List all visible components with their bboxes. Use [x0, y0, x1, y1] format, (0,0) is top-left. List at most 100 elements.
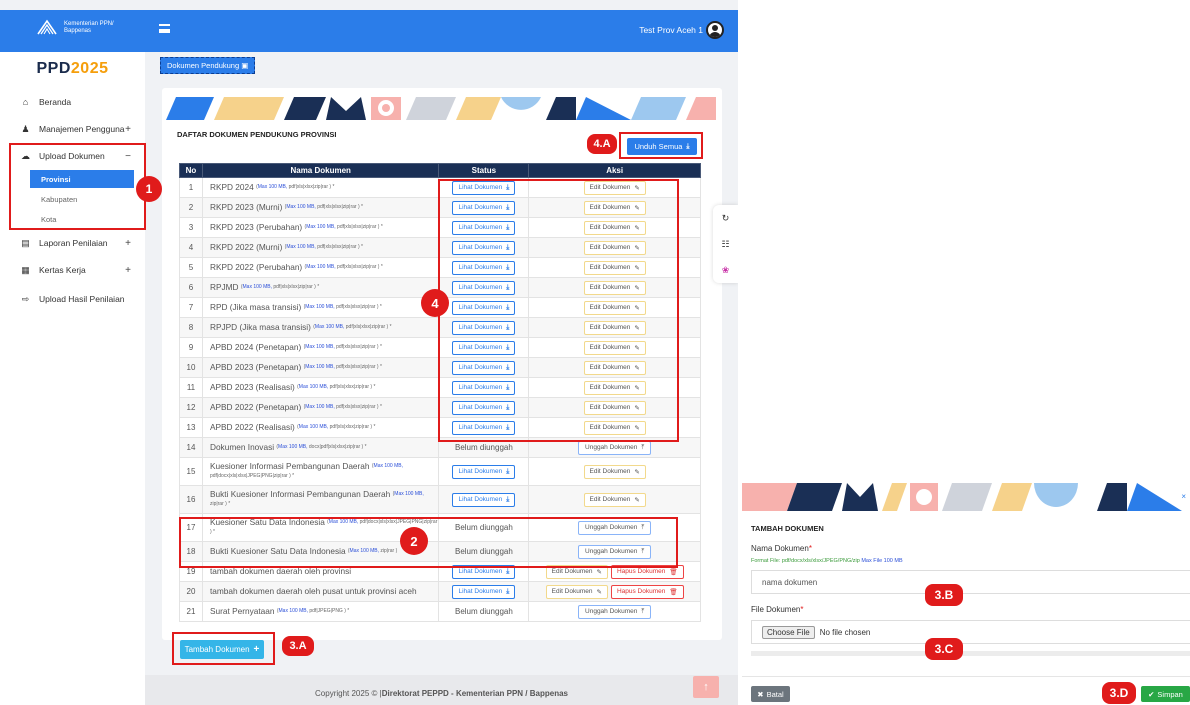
user-avatar-icon[interactable]	[706, 21, 724, 39]
status-text: Belum diunggah	[454, 607, 513, 616]
home-icon: ⌂	[22, 97, 29, 107]
document-name: APBD 2022 (Penetapan) (Max 100 MB, pdf|x…	[201, 397, 440, 418]
edit-dokumen-button[interactable]: Edit Dokumen ✎	[583, 464, 646, 479]
row-number: 12	[179, 397, 203, 418]
row-number: 3	[179, 217, 203, 238]
upload-icon: ⤒	[641, 443, 645, 451]
edit-dokumen-button[interactable]: Edit Dokumen ✎	[583, 492, 646, 507]
column-header-no: No	[179, 163, 203, 178]
sidebar-item-beranda[interactable]: ⌂ Beranda	[0, 92, 145, 112]
row-number: 4	[179, 237, 203, 258]
status-cell: Lihat Dokumen ⤓	[438, 581, 530, 602]
document-name: Surat Pernyataan (Max 100 MB, pdf|JPEG|P…	[201, 601, 440, 622]
row-number: 2	[179, 197, 203, 218]
format-note: (Max 100 MB, pdf|JPEG|PNG ) *	[276, 607, 350, 614]
unggah-dokumen-button[interactable]: Unggah Dokumen ⤒	[578, 440, 652, 455]
document-name: RKPD 2022 (Murni) (Max 100 MB, pdf|xls|x…	[201, 237, 440, 258]
row-number: 8	[179, 317, 203, 338]
format-note: (Max 100 MB, pdf|xls|xlsx|zip|rar ) *	[313, 323, 392, 330]
arrow-up-icon: ↑	[703, 681, 709, 693]
unggah-dokumen-button[interactable]: Unggah Dokumen ⤒	[578, 604, 652, 619]
edit-icon: ✎	[634, 468, 640, 476]
annotation-box-4	[438, 179, 679, 442]
row-number: 7	[179, 297, 203, 318]
row-number: 21	[179, 601, 203, 622]
batal-button[interactable]: ✖ Batal	[751, 686, 790, 702]
status-cell: Lihat Dokumen ⤓	[438, 457, 530, 486]
document-name: APBD 2023 (Penetapan) (Max 100 MB, pdf|x…	[201, 357, 440, 378]
download-icon: ⤓	[506, 467, 510, 475]
annotation-badge-4a: 4.A	[587, 134, 617, 154]
file-dokumen-input[interactable]: Choose File No file chosen	[751, 620, 1190, 644]
simpan-button[interactable]: ✔ Simpan	[1141, 686, 1190, 702]
document-name: RPJMD (Max 100 MB, pdf|xls|xlsx|zip|rar …	[201, 277, 440, 298]
back-to-top-button[interactable]: ↑	[693, 676, 719, 698]
column-header-aksi: Aksi	[528, 163, 701, 178]
annotation-badge-3c: 3.C	[925, 638, 963, 660]
document-name: APBD 2024 (Penetapan) (Max 100 MB, pdf|x…	[201, 337, 440, 358]
trash-icon: 🗑	[669, 568, 678, 576]
annotation-box-3a	[172, 632, 275, 665]
document-name: APBD 2022 (Realisasi) (Max 100 MB, pdf|x…	[201, 417, 440, 438]
edit-dokumen-button[interactable]: Edit Dokumen ✎	[545, 584, 608, 599]
book-icon[interactable]: ☷	[721, 239, 729, 250]
modal-title: TAMBAH DOKUMEN	[751, 524, 824, 533]
expand-icon: +	[125, 123, 131, 135]
document-name: Bukti Kuesioner Informasi Pembangunan Da…	[201, 485, 440, 514]
annotation-badge-2: 2	[400, 527, 428, 555]
close-icon: ✖	[757, 689, 764, 699]
card-title: DAFTAR DOKUMEN PENDUKUNG PROVINSI	[177, 130, 337, 139]
column-header-status: Status	[438, 163, 530, 178]
upload-icon: ⇨	[21, 293, 30, 304]
user-name[interactable]: Test Prov Aceh 1	[639, 25, 703, 35]
lihat-dokumen-button[interactable]: Lihat Dokumen ⤓	[452, 492, 516, 507]
table-row: 16 Bukti Kuesioner Informasi Pembangunan …	[179, 485, 701, 514]
document-name: RKPD 2022 (Perubahan) (Max 100 MB, pdf|x…	[201, 257, 440, 278]
file-dokumen-label: File Dokumen*	[751, 605, 804, 614]
format-note: (Max 100 MB, pdf|xls|xlsx|zip|rar ) *	[303, 343, 382, 350]
document-name: RKPD 2024 (Max 100 MB, pdf|xls|xlsx|zip|…	[201, 177, 440, 198]
choose-file-button[interactable]: Choose File	[762, 625, 815, 639]
format-note: (Max 100 MB, pdf|xls|xlsx|zip|rar ) *	[303, 303, 382, 310]
nama-dokumen-label: Nama Dokumen*	[751, 544, 812, 553]
logo[interactable]: Kementerian PPN/ Bappenas	[36, 18, 114, 38]
format-note: (Max 100 MB, pdf|xls|xlsx|zip|rar ) *	[304, 263, 383, 270]
row-number: 10	[179, 357, 203, 378]
main-app: Kementerian PPN/ Bappenas Test Prov Aceh…	[0, 0, 738, 705]
download-icon: ⤓	[506, 495, 510, 503]
lihat-dokumen-button[interactable]: Lihat Dokumen ⤓	[452, 464, 516, 479]
tab-dokumen-pendukung[interactable]: Dokumen Pendukung ▣	[160, 57, 256, 74]
annotation-badge-3a: 3.A	[282, 636, 314, 656]
hamburger-menu-icon[interactable]	[159, 24, 170, 33]
edit-icon: ✎	[634, 496, 640, 504]
annotation-badge-3b: 3.B	[925, 584, 963, 606]
file-status: No file chosen	[819, 627, 871, 637]
hapus-dokumen-button[interactable]: Hapus Dokumen 🗑	[610, 584, 684, 599]
format-note: (Max 100 MB, pdf|xls|xlsx|zip|rar ) *	[284, 203, 363, 210]
expand-icon: +	[125, 237, 131, 249]
format-note: (Max 100 MB, pdf|xls|xlsx|zip|rar ) *	[304, 223, 383, 230]
sidebar-item-manajemen-pengguna[interactable]: ♟ Manajemen Pengguna +	[0, 119, 145, 139]
annotation-box-4a	[619, 132, 703, 159]
divider	[742, 676, 1190, 677]
document-name: APBD 2023 (Realisasi) (Max 100 MB, pdf|x…	[201, 377, 440, 398]
sidebar-item-kertas-kerja[interactable]: ▦ Kertas Kerja +	[0, 260, 145, 280]
sidebar-item-laporan-penilaian[interactable]: ▤ Laporan Penilaian +	[0, 233, 145, 253]
edit-icon: ✎	[596, 588, 602, 596]
status-cell: Lihat Dokumen ⤓	[438, 485, 530, 514]
expand-icon: +	[125, 264, 131, 276]
row-number: 11	[179, 377, 203, 398]
brain-icon[interactable]: ❀	[722, 265, 730, 276]
sidebar-item-upload-hasil-penilaian[interactable]: ⇨ Upload Hasil Penilaian	[0, 289, 145, 309]
lihat-dokumen-button[interactable]: Lihat Dokumen ⤓	[452, 584, 516, 599]
worksheet-icon: ▦	[21, 264, 30, 275]
refresh-icon[interactable]: ↻	[722, 213, 730, 224]
document-name: RKPD 2023 (Perubahan) (Max 100 MB, pdf|x…	[201, 217, 440, 238]
nama-dokumen-input[interactable]: nama dokumen	[751, 570, 1190, 594]
format-note: (Max 100 MB, pdf|xls|xlsx|zip|rar ) *	[240, 283, 320, 290]
column-header-nama: Nama Dokumen	[201, 163, 440, 178]
close-icon[interactable]: ×	[1181, 492, 1186, 501]
row-number: 16	[179, 485, 203, 514]
decorative-banner	[166, 97, 716, 120]
aksi-cell: Edit Dokumen ✎	[528, 457, 701, 486]
